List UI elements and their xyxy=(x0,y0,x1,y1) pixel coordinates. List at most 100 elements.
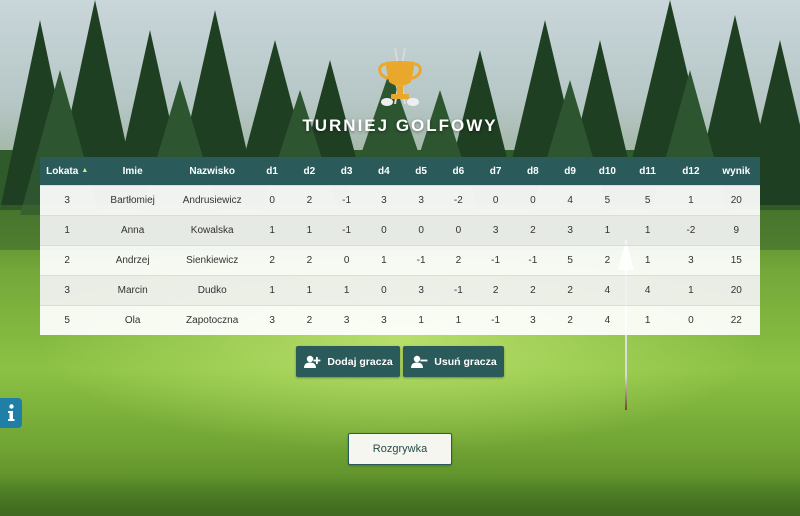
column-header-lokata[interactable]: Lokata ▲ xyxy=(40,157,95,186)
column-header-label: d11 xyxy=(639,165,656,177)
column-header-label: d2 xyxy=(303,165,316,177)
cell-lokata: 3 xyxy=(40,185,95,216)
cell-d2: 2 xyxy=(290,185,328,216)
cell-d12: 3 xyxy=(669,245,713,276)
table-body: 3 Bartłomiej Andrusiewicz 0 2 -1 3 3 -2 0 0 4 5 5 1 20 1… xyxy=(40,185,760,335)
column-header-nazwisko[interactable]: Nazwisko xyxy=(170,157,254,186)
cell-d4: 3 xyxy=(365,185,403,216)
cell-imie: Anna xyxy=(94,215,171,246)
cell-d6: 1 xyxy=(439,305,477,335)
cell-d6: -2 xyxy=(439,185,477,216)
column-header-d6[interactable]: d6 xyxy=(439,157,477,186)
cell-lokata: 3 xyxy=(40,275,95,306)
cell-lokata: 5 xyxy=(40,305,95,335)
scoreboard-table: Lokata ▲ Imie Nazwisko d1 d2 d3 d4 d5 d6 d7 d8 d9 d10… xyxy=(40,157,760,335)
table-header-row: Lokata ▲ Imie Nazwisko d1 d2 d3 d4 d5 d6 d7 d8 d9 d10… xyxy=(40,157,760,186)
cell-d10: 1 xyxy=(588,215,626,246)
cell-wynik: 9 xyxy=(712,215,760,246)
cell-d8: 2 xyxy=(514,275,552,306)
cell-imie: Andrzej xyxy=(94,245,171,276)
column-header-d8[interactable]: d8 xyxy=(514,157,552,186)
table-row: 1 Anna Kowalska 1 1 -1 0 0 0 3 2 3 1 1 -2 9 xyxy=(40,215,760,246)
cell-nazwisko: Kowalska xyxy=(170,215,254,246)
cell-d9: 4 xyxy=(551,185,589,216)
cell-wynik: 15 xyxy=(712,245,760,276)
cell-d4: 3 xyxy=(365,305,403,335)
column-header-label: d10 xyxy=(598,165,616,177)
column-header-d11[interactable]: d11 xyxy=(625,157,670,186)
cell-lokata: 2 xyxy=(40,245,95,276)
column-header-d2[interactable]: d2 xyxy=(290,157,328,186)
column-header-label: wynik xyxy=(722,165,751,177)
column-header-label: d8 xyxy=(527,165,539,177)
column-header-d10[interactable]: d10 xyxy=(588,157,626,186)
column-header-label: d3 xyxy=(340,165,353,177)
cell-d9: 5 xyxy=(551,245,589,276)
add-player-label: Dodaj gracza xyxy=(327,355,393,368)
cell-wynik: 20 xyxy=(712,275,760,306)
cell-d11: 1 xyxy=(625,305,670,335)
cell-d5: 0 xyxy=(402,215,440,246)
table-row: 3 Bartłomiej Andrusiewicz 0 2 -1 3 3 -2 0 0 4 5 5 1 20 xyxy=(40,185,760,216)
cell-d7: -1 xyxy=(476,305,515,335)
cell-d2: 2 xyxy=(290,245,328,276)
cell-nazwisko: Sienkiewicz xyxy=(170,245,254,276)
cell-d12: 0 xyxy=(669,305,713,335)
cell-wynik: 20 xyxy=(712,185,760,216)
cell-d10: 4 xyxy=(588,305,626,335)
column-header-label: d5 xyxy=(415,165,427,177)
column-header-d4[interactable]: d4 xyxy=(365,157,403,186)
cell-d1: 2 xyxy=(253,245,291,276)
cell-d11: 1 xyxy=(625,215,670,246)
cell-d3: 1 xyxy=(327,275,366,306)
column-header-d5[interactable]: d5 xyxy=(402,157,440,186)
cell-d7: 2 xyxy=(476,275,515,306)
sort-ascending-icon: ▲ xyxy=(81,167,89,175)
cell-nazwisko: Zapotoczna xyxy=(170,305,254,335)
column-header-label: d7 xyxy=(489,165,502,177)
cell-d3: 3 xyxy=(327,305,366,335)
remove-player-label: Usuń gracza xyxy=(434,355,497,368)
table-row: 2 Andrzej Sienkiewicz 2 2 0 1 -1 2 -1 -1 5 2 1 3 15 xyxy=(40,245,760,276)
cell-d7: 0 xyxy=(476,185,515,216)
column-header-wynik[interactable]: wynik xyxy=(712,157,760,186)
cell-d4: 0 xyxy=(365,215,403,246)
add-player-button[interactable]: Dodaj gracza xyxy=(296,346,400,377)
column-header-d7[interactable]: d7 xyxy=(476,157,515,186)
play-button[interactable]: Rozgrywka xyxy=(348,433,452,465)
cell-lokata: 1 xyxy=(40,215,95,246)
column-header-d1[interactable]: d1 xyxy=(253,157,291,186)
info-button[interactable] xyxy=(0,398,22,428)
cell-d11: 4 xyxy=(625,275,670,306)
column-header-label: Nazwisko xyxy=(189,165,235,177)
column-header-label: d4 xyxy=(378,165,390,177)
table-row: 5 Ola Zapotoczna 3 2 3 3 1 1 -1 3 2 4 1 0 22 xyxy=(40,305,760,335)
user-minus-icon xyxy=(411,355,428,368)
cell-d8: 3 xyxy=(514,305,552,335)
column-header-d9[interactable]: d9 xyxy=(551,157,589,186)
cell-d6: 2 xyxy=(439,245,477,276)
column-header-imie[interactable]: Imie xyxy=(94,157,171,186)
cell-d4: 1 xyxy=(365,245,403,276)
cell-nazwisko: Andrusiewicz xyxy=(170,185,254,216)
cell-d3: 0 xyxy=(327,245,366,276)
column-header-label: d6 xyxy=(452,165,465,177)
column-header-label: d12 xyxy=(682,165,700,177)
cell-d2: 1 xyxy=(290,215,328,246)
info-icon xyxy=(8,404,15,421)
cell-d7: -1 xyxy=(476,245,515,276)
column-header-label: Imie xyxy=(122,165,143,177)
cell-d5: 1 xyxy=(402,305,440,335)
cell-d3: -1 xyxy=(327,215,366,246)
cell-d12: 1 xyxy=(669,275,713,306)
cell-d10: 5 xyxy=(588,185,626,216)
cell-d3: -1 xyxy=(327,185,366,216)
column-header-d12[interactable]: d12 xyxy=(669,157,713,186)
remove-player-button[interactable]: Usuń gracza xyxy=(403,346,504,377)
cell-imie: Bartłomiej xyxy=(94,185,171,216)
column-header-d3[interactable]: d3 xyxy=(327,157,366,186)
cell-d11: 1 xyxy=(625,245,670,276)
cell-d11: 5 xyxy=(625,185,670,216)
cell-d1: 1 xyxy=(253,275,291,306)
golf-trophy-icon xyxy=(378,47,422,106)
